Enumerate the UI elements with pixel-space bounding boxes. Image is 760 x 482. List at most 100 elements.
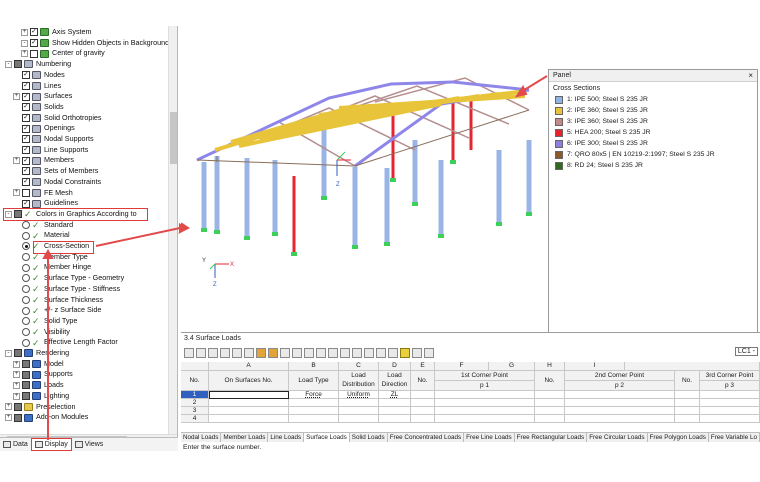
table-tab[interactable]: Nodal Loads: [181, 433, 222, 442]
table-tab[interactable]: Surface Loads: [304, 433, 350, 442]
expand-icon[interactable]: +: [13, 392, 20, 400]
table-cell[interactable]: [289, 407, 339, 415]
checkbox[interactable]: ✓: [22, 156, 30, 165]
table-cell[interactable]: [535, 407, 565, 415]
toolbar-button[interactable]: [280, 347, 290, 358]
table-cell[interactable]: [379, 407, 411, 415]
table-cell[interactable]: [209, 391, 289, 399]
tree-item-center-gravity[interactable]: + Center of gravity: [21, 48, 105, 59]
expand-icon[interactable]: +: [5, 414, 12, 422]
checkbox[interactable]: [30, 49, 38, 58]
table-tab[interactable]: Free Rectangular Loads: [515, 433, 588, 442]
tree-item-nodal-supports[interactable]: ✓ Nodal Supports: [13, 134, 94, 145]
tree-item-material[interactable]: ✓ Material: [13, 230, 70, 241]
checkbox[interactable]: ✓: [22, 167, 30, 176]
table-cell[interactable]: [565, 399, 675, 407]
radio-button[interactable]: [22, 274, 30, 283]
tab-views[interactable]: Views: [72, 438, 107, 451]
table-tab[interactable]: Free Polygon Loads: [648, 433, 709, 442]
table-cell[interactable]: [411, 399, 435, 407]
tree-item-visibility[interactable]: ✓ Visibility: [13, 327, 70, 338]
toolbar-button[interactable]: [364, 347, 374, 358]
table-cell[interactable]: [379, 399, 411, 407]
tree-item-line-supports[interactable]: ✓ Line Supports: [13, 145, 88, 156]
row-number[interactable]: 4: [181, 415, 209, 423]
table-cell[interactable]: [535, 415, 565, 423]
checkbox[interactable]: [14, 349, 22, 358]
close-icon[interactable]: ×: [748, 70, 753, 82]
cross-section-item[interactable]: 5: HEA 200; Steel S 235 JR: [549, 127, 757, 138]
table-cell[interactable]: [675, 399, 700, 407]
table-cell[interactable]: [700, 415, 760, 423]
toolbar-button[interactable]: [304, 347, 314, 358]
collapse-icon[interactable]: -: [5, 349, 12, 357]
table-cell[interactable]: [565, 391, 675, 399]
toolbar-button[interactable]: [352, 347, 362, 358]
tree-item-show-hidden[interactable]: - ✓ Show Hidden Objects in Background: [21, 38, 168, 49]
checkbox[interactable]: [22, 360, 30, 369]
radio-button[interactable]: [22, 231, 30, 240]
checkbox[interactable]: [14, 402, 22, 411]
table-tab[interactable]: Solid Loads: [350, 433, 388, 442]
tree-item-lighting[interactable]: + Lighting: [13, 391, 69, 402]
checkbox[interactable]: ✓: [22, 71, 30, 80]
expand-icon[interactable]: +: [21, 28, 28, 36]
tree-item-preselection[interactable]: + Preselection: [5, 402, 76, 413]
toolbar-button[interactable]: [220, 347, 230, 358]
tree-item-numbering[interactable]: - Numbering: [5, 59, 71, 70]
table-cell[interactable]: [700, 407, 760, 415]
table-tab[interactable]: Free Circular Loads: [587, 433, 648, 442]
tree-item-solid-ortho[interactable]: ✓ Solid Orthotropies: [13, 113, 102, 124]
toolbar-button[interactable]: [424, 347, 434, 358]
table-cell[interactable]: [379, 415, 411, 423]
checkbox[interactable]: [22, 370, 30, 379]
table-cell[interactable]: [289, 399, 339, 407]
checkbox[interactable]: ✓: [22, 113, 30, 122]
checkbox[interactable]: ✓: [22, 103, 30, 112]
toolbar-button[interactable]: [400, 347, 410, 358]
tree-item-axis-system[interactable]: + ✓ Axis System: [21, 27, 92, 38]
tree-item-nodal-constraints[interactable]: ✓ Nodal Constraints: [13, 177, 101, 188]
tree-item-members[interactable]: + ✓ Members: [13, 155, 74, 166]
checkbox[interactable]: ✓: [22, 146, 30, 155]
tree-item-loads[interactable]: + Loads: [13, 380, 64, 391]
table-cell[interactable]: [675, 407, 700, 415]
checkbox[interactable]: ✓: [22, 135, 30, 144]
tab-data[interactable]: Data: [0, 438, 31, 451]
tree-item-surface-thickness[interactable]: ✓ Surface Thickness: [13, 295, 103, 306]
table-cell[interactable]: [675, 391, 700, 399]
table-tab[interactable]: Free Variable Lo: [709, 433, 760, 442]
checkbox[interactable]: ✓: [30, 39, 38, 48]
tree-item-supports[interactable]: + Supports: [13, 369, 73, 380]
cross-section-item[interactable]: 1: IPE 500; Steel S 235 JR: [549, 94, 757, 105]
toolbar-button[interactable]: [244, 347, 254, 358]
tree-item-surface-type-stiffness[interactable]: ✓ Surface Type - Stiffness: [13, 284, 120, 295]
table-cell[interactable]: ZL: [379, 391, 411, 399]
radio-button[interactable]: [22, 306, 30, 315]
checkbox[interactable]: ✓: [22, 199, 30, 208]
radio-button[interactable]: [22, 242, 30, 251]
checkbox[interactable]: [14, 413, 22, 422]
toolbar-button[interactable]: [292, 347, 302, 358]
expand-icon[interactable]: +: [21, 50, 28, 58]
radio-button[interactable]: [22, 327, 30, 336]
table-cell[interactable]: Force: [289, 391, 339, 399]
tree-item-openings[interactable]: ✓ Openings: [13, 123, 75, 134]
checkbox[interactable]: ✓: [22, 92, 30, 101]
tree-item-standard[interactable]: ✓ Standard: [13, 220, 73, 231]
cross-section-item[interactable]: 7: QRO 80x5 | EN 10219-2:1997; Steel S 2…: [549, 149, 757, 160]
row-number[interactable]: 1: [181, 391, 209, 399]
checkbox[interactable]: ✓: [22, 81, 30, 90]
table-cell[interactable]: [339, 407, 379, 415]
tree-item-add-on-modules[interactable]: + Add-on Modules: [5, 412, 88, 423]
table-cell[interactable]: Uniform: [339, 391, 379, 399]
radio-button[interactable]: [22, 317, 30, 326]
expand-icon[interactable]: +: [13, 360, 20, 368]
cross-section-item[interactable]: 8: RD 24; Steel S 235 JR: [549, 160, 757, 171]
table-tab[interactable]: Line Loads: [268, 433, 305, 442]
checkbox[interactable]: ✓: [22, 178, 30, 187]
tree-item-member-hinge[interactable]: ✓ Member Hinge: [13, 262, 91, 273]
table-cell[interactable]: [565, 407, 675, 415]
tree-item-solid-type[interactable]: ✓ Solid Type: [13, 316, 77, 327]
checkbox[interactable]: [22, 381, 30, 390]
